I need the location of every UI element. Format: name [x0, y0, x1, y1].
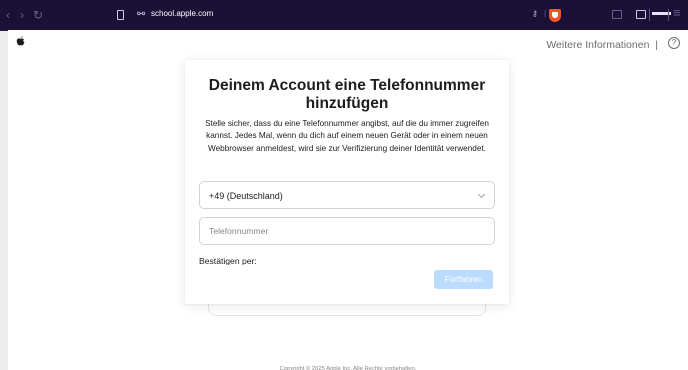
site-settings-icon[interactable]: ⚯: [137, 9, 145, 20]
browser-toolbar: ‹ › ↻ ⚯ school.apple.com ⚷ | ▬▬ ≡: [0, 0, 688, 31]
phone-number-input[interactable]: [199, 217, 495, 245]
dialog-description: Stelle sicher, dass du eine Telefonnumme…: [205, 119, 489, 153]
country-code-value: +49 (Deutschland): [209, 191, 283, 201]
copyright-footer: Copyright © 2025 Apple Inc. Alle Rechte …: [279, 366, 417, 370]
sidebar-icon[interactable]: [612, 10, 622, 19]
address-bar-url[interactable]: school.apple.com: [151, 9, 213, 18]
back-icon[interactable]: ‹: [6, 9, 10, 21]
page-content: Weitere Informationen | ? Deinem Account…: [8, 30, 688, 370]
confirm-method-label: Bestätigen per:: [199, 256, 257, 265]
bookmark-icon[interactable]: [117, 10, 124, 20]
header-separator: |: [655, 39, 658, 51]
toolbar-divider: [668, 9, 669, 21]
country-code-select[interactable]: +49 (Deutschland): [199, 181, 495, 209]
menu-icon[interactable]: ≡: [673, 6, 681, 19]
more-info-link[interactable]: Weitere Informationen |: [546, 39, 658, 51]
chevron-down-icon: [477, 190, 486, 199]
dialog-title: Deinem Account eine Telefonnummer hinzuf…: [208, 77, 486, 112]
reload-icon[interactable]: ↻: [33, 9, 43, 21]
toolbar-divider: [649, 9, 650, 21]
toolbar-separator: |: [544, 9, 547, 18]
add-phone-dialog: Deinem Account eine Telefonnummer hinzuf…: [185, 60, 509, 304]
wallet-icon[interactable]: [636, 10, 646, 19]
apple-logo-icon[interactable]: [16, 36, 26, 47]
help-icon[interactable]: ?: [668, 37, 680, 49]
more-info-label[interactable]: Weitere Informationen: [546, 39, 649, 51]
key-icon[interactable]: ⚷: [532, 9, 538, 18]
forward-icon[interactable]: ›: [20, 9, 24, 21]
continue-button[interactable]: Fortfahren: [434, 270, 493, 289]
brave-shield-icon[interactable]: [549, 9, 561, 22]
